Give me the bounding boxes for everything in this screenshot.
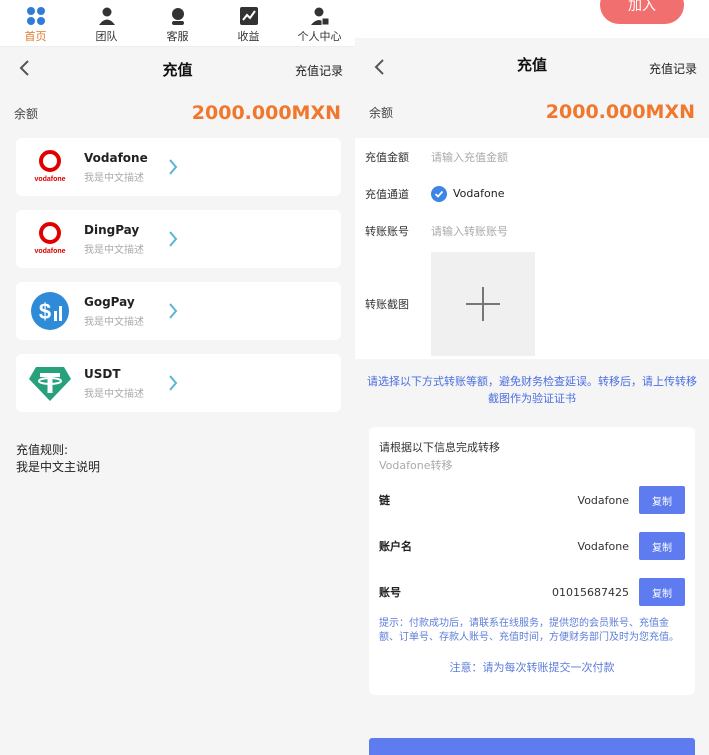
tab-label: 收益 (237, 30, 260, 43)
tab-home[interactable]: 首页 (0, 0, 71, 46)
channel-label: 充值通道 (365, 187, 409, 201)
balance-amount: 2000.000MXN (191, 102, 341, 124)
payment-hint: 提示：付款成功后，请联系在线服务，提供您的会员账号、充值金额、订单号、存款人账号… (379, 618, 679, 643)
balance-label: 余额 (369, 105, 394, 120)
balance-row: 余额 2000.000MXN (355, 90, 709, 134)
info-label: 账户名 (379, 540, 412, 553)
nav-bar: 充值 充值记录 (355, 38, 709, 90)
channel-name: USDT (84, 366, 121, 381)
info-row-chain: 链 Vodafone 复制 (379, 477, 685, 523)
channel-name: DingPay (84, 222, 140, 237)
amount-input[interactable]: 请输入充值金额 (431, 149, 508, 165)
back-arrow-icon[interactable] (18, 59, 30, 77)
tab-earnings[interactable]: 收益 (213, 0, 284, 46)
copy-button[interactable]: 复制 (639, 532, 685, 560)
account-row: 转账账号 请输入转账账号 (355, 212, 709, 249)
channel-card-usdt[interactable]: USDT 我是中文描述 (16, 354, 341, 412)
tab-label: 首页 (24, 30, 47, 43)
tab-support[interactable]: 客服 (142, 0, 213, 46)
dollar-coin-logo: $ (28, 289, 72, 333)
chevron-right-icon (169, 303, 178, 319)
channel-row: 充值通道 Vodafone (355, 175, 709, 212)
channel-name: Vodafone (84, 150, 148, 165)
recharge-form: 充值金额 请输入充值金额 充值通道 Vodafone 转账账号 请输入转账账号 … (355, 138, 709, 359)
info-row-account-name: 账户名 Vodafone 复制 (379, 523, 685, 569)
channel-radio[interactable]: Vodafone (431, 185, 505, 202)
info-label: 链 (379, 494, 390, 507)
channel-desc: 我是中文描述 (84, 316, 144, 328)
payment-notice: 注意：请为每次转账提交一次付款 (449, 661, 615, 674)
account-input[interactable]: 请输入转账账号 (431, 223, 508, 239)
info-subtitle: Vodafone转移 (379, 459, 453, 472)
rules-title: 充值规则: (16, 443, 69, 457)
info-value: Vodafone (577, 539, 629, 553)
svg-text:vodafone: vodafone (34, 248, 65, 255)
account-label: 转账账号 (365, 224, 409, 238)
info-value: 01015687425 (552, 585, 629, 599)
info-row-account-number: 账号 01015687425 复制 (379, 569, 685, 615)
channel-card-dingpay[interactable]: vodafone DingPay 我是中文描述 (16, 210, 341, 268)
bottom-tab-bar: 首页 团队 客服 收益 个人中心 (0, 0, 355, 47)
join-button[interactable]: 加入 (600, 0, 684, 24)
balance-amount: 2000.000MXN (545, 101, 695, 123)
plus-icon (466, 287, 500, 321)
tab-profile[interactable]: 个人中心 (284, 0, 355, 46)
vodafone-logo: vodafone (28, 217, 72, 261)
chevron-right-icon (169, 231, 178, 247)
screenshot-label: 转账截图 (365, 298, 409, 311)
tab-label: 客服 (166, 30, 189, 43)
channel-desc: 我是中文描述 (84, 244, 144, 256)
channel-card-gogpay[interactable]: $ GogPay 我是中文描述 (16, 282, 341, 340)
vodafone-logo: vodafone (28, 145, 72, 189)
rules-body: 我是中文主说明 (16, 460, 101, 474)
amount-row: 充值金额 请输入充值金额 (355, 138, 709, 175)
submit-button[interactable] (369, 738, 695, 755)
check-icon (431, 185, 447, 202)
info-title: 请根据以下信息完成转移 (379, 441, 500, 454)
channel-card-vodafone[interactable]: vodafone Vodafone 我是中文描述 (16, 138, 341, 196)
back-arrow-icon[interactable] (373, 58, 385, 76)
transfer-info-card: 请根据以下信息完成转移 Vodafone转移 链 Vodafone 复制 账户名… (369, 427, 695, 695)
amount-label: 充值金额 (365, 150, 409, 164)
channel-value: Vodafone (453, 187, 505, 200)
chart-icon (239, 7, 258, 25)
screenshot-row: 转账截图 (355, 249, 709, 359)
recharge-rules: 充值规则: 我是中文主说明 (0, 440, 355, 478)
svg-text:vodafone: vodafone (34, 176, 65, 183)
channel-desc: 我是中文描述 (84, 172, 144, 184)
recharge-record-link[interactable]: 充值记录 (649, 60, 697, 77)
tab-label: 团队 (95, 30, 118, 43)
copy-button[interactable]: 复制 (639, 578, 685, 606)
balance-row: 余额 2000.000MXN (0, 92, 355, 134)
nav-bar: 充值 充值记录 (0, 47, 355, 92)
profile-icon (310, 7, 329, 26)
recharge-channel-panel: 首页 团队 客服 收益 个人中心 充值 充值记录 余额 2000.000MXN … (0, 0, 355, 755)
recharge-form-panel: 加入 充值 充值记录 余额 2000.000MXN 充值金额 请输入充值金额 充… (355, 0, 709, 755)
svg-text:$: $ (39, 299, 51, 324)
page-title: 充值 (162, 61, 193, 79)
grid-icon (26, 7, 45, 25)
recharge-record-link[interactable]: 充值记录 (295, 62, 343, 79)
tab-label: 个人中心 (297, 30, 342, 43)
info-label: 账号 (379, 586, 401, 599)
chevron-right-icon (169, 375, 178, 391)
top-strip: 加入 (355, 0, 709, 38)
tab-team[interactable]: 团队 (71, 0, 142, 46)
page-title: 充值 (516, 55, 547, 74)
balance-label: 余额 (14, 106, 39, 121)
channel-name: GogPay (84, 294, 135, 309)
tether-logo (28, 361, 72, 405)
channel-desc: 我是中文描述 (84, 388, 144, 400)
info-value: Vodafone (577, 493, 629, 507)
chevron-right-icon (169, 159, 178, 175)
copy-button[interactable]: 复制 (639, 486, 685, 514)
transfer-tip: 请选择以下方式转账等额，避免财务检查延误。转移后，请上传转移截图作为验证证书 (367, 375, 697, 405)
upload-box[interactable] (431, 252, 535, 356)
support-icon (171, 8, 184, 25)
team-icon (98, 7, 115, 25)
